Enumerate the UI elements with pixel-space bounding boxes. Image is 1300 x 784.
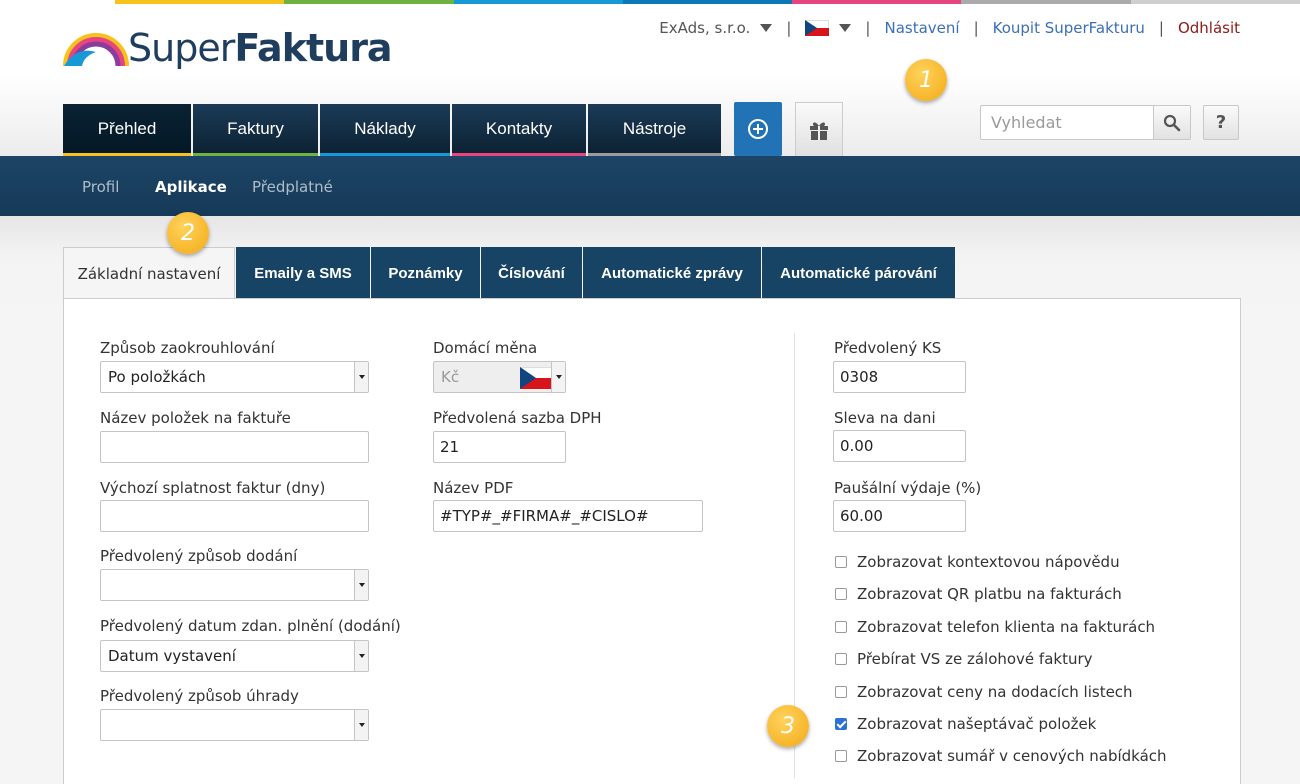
checkbox-prices-delivery[interactable]: Zobrazovat ceny na dodacích listech (835, 683, 1133, 701)
tab-poznamky[interactable]: Poznámky (371, 247, 480, 299)
tax-date-select[interactable]: Datum vystavení (100, 640, 369, 672)
checkbox-label: Přebírat VS ze zálohové faktury (857, 650, 1093, 668)
separator: | (973, 19, 979, 37)
superfaktura-logo[interactable]: SuperFaktura (62, 26, 393, 70)
czech-flag-icon (520, 367, 552, 389)
add-button[interactable] (734, 102, 782, 156)
logout-link[interactable]: Odhlásit (1178, 19, 1240, 37)
tab-zakladni-nastaveni[interactable]: Základní nastavení (63, 247, 235, 300)
tax-date-value: Datum vystavení (108, 647, 236, 665)
checkbox-item-suggest[interactable]: Zobrazovat našeptávač položek (835, 715, 1096, 733)
chevron-down-icon (354, 362, 368, 392)
help-button[interactable]: ? (1203, 105, 1239, 140)
gift-button[interactable] (795, 102, 843, 156)
maintab-faktury[interactable]: Faktury (193, 104, 318, 156)
vat-input[interactable]: 21 (433, 431, 566, 463)
currency-value: Kč (441, 368, 460, 386)
checkbox-context-help[interactable]: Zobrazovat kontextovou nápovědu (835, 553, 1120, 571)
rounding-label: Způsob zaokrouhlování (100, 339, 275, 357)
czech-flag-icon[interactable] (805, 20, 830, 36)
checkbox[interactable] (835, 686, 847, 698)
tab-automaticke-parovani[interactable]: Automatické párování (762, 247, 955, 299)
subnav-profil[interactable]: Profil (82, 178, 119, 196)
top-navigation: ExAds, s.r.o. | | Nastavení | Koupit Sup… (659, 19, 1240, 37)
flat-expense-input[interactable]: 60.00 (833, 500, 966, 532)
delivery-label: Předvolený způsob dodání (100, 547, 298, 565)
checkbox[interactable] (835, 621, 847, 633)
pdf-name-input[interactable]: #TYP#_#FIRMA#_#CISLO# (433, 500, 703, 532)
flat-expense-label: Paušální výdaje (%) (834, 479, 982, 497)
settings-tabs: Základní nastavení Emaily a SMS Poznámky… (63, 247, 956, 300)
search-button[interactable] (1153, 106, 1190, 139)
checkbox[interactable] (835, 750, 847, 762)
tax-date-label: Předvolený datum zdan. plnění (dodání) (100, 617, 401, 635)
checkbox-checked[interactable] (835, 718, 847, 730)
maintab-kontakty[interactable]: Kontakty (452, 104, 586, 156)
main-navigation: Přehled Faktury Náklady Kontakty Nástroj… (63, 104, 723, 156)
checkbox-vs-from-proforma[interactable]: Přebírat VS ze zálohové faktury (835, 650, 1093, 668)
checkbox-client-phone[interactable]: Zobrazovat telefon klienta na fakturách (835, 618, 1155, 636)
payment-label: Předvolený způsob úhrady (100, 687, 299, 705)
language-dropdown-icon[interactable] (839, 24, 852, 32)
ks-input[interactable]: 0308 (833, 361, 966, 393)
due-days-label: Výchozí splatnost faktur (dny) (100, 479, 326, 497)
checkbox-label: Zobrazovat našeptávač položek (857, 715, 1097, 733)
separator: | (865, 19, 871, 37)
pdf-name-label: Název PDF (433, 479, 514, 497)
vat-label: Předvolená sazba DPH (433, 409, 602, 427)
maintab-nastroje[interactable]: Nástroje (588, 104, 721, 156)
payment-select[interactable] (100, 709, 369, 741)
maintab-prehled[interactable]: Přehled (63, 104, 191, 156)
subnav-predplatne[interactable]: Předplatné (252, 178, 333, 196)
checkbox-label: Zobrazovat kontextovou nápovědu (857, 553, 1120, 571)
step-badge-2: 2 (167, 212, 209, 254)
step-badge-1: 1 (905, 59, 947, 101)
tab-automaticke-zpravy[interactable]: Automatické zprávy (583, 247, 761, 299)
subnav-aplikace[interactable]: Aplikace (155, 178, 227, 196)
maintab-naklady[interactable]: Náklady (320, 104, 450, 156)
checkbox-summary-quotes[interactable]: Zobrazovat sumář v cenových nabídkách (835, 747, 1167, 765)
logo-arcs-icon (63, 33, 129, 67)
company-switcher[interactable]: ExAds, s.r.o. (659, 19, 750, 37)
company-dropdown-icon[interactable] (760, 24, 773, 32)
checkbox-qr-payment[interactable]: Zobrazovat QR platbu na fakturách (835, 585, 1122, 603)
tax-discount-input[interactable]: 0.00 (833, 430, 966, 462)
checkbox-label: Zobrazovat ceny na dodacích listech (857, 683, 1133, 701)
tab-cislovani[interactable]: Číslování (481, 247, 582, 299)
checkbox-label: Zobrazovat telefon klienta na fakturách (857, 618, 1156, 636)
tax-discount-label: Sleva na dani (834, 409, 936, 427)
separator: | (786, 19, 792, 37)
rounding-value: Po položkách (108, 368, 206, 386)
chevron-down-icon (551, 362, 565, 392)
currency-label: Domácí měna (433, 339, 538, 357)
gift-icon (810, 122, 828, 140)
ks-label: Předvolený KS (834, 339, 942, 357)
tab-emaily-sms[interactable]: Emaily a SMS (236, 247, 370, 299)
item-name-input[interactable] (100, 431, 369, 463)
chevron-down-icon (354, 710, 368, 740)
plus-circle-icon (748, 119, 768, 139)
checkbox-label: Zobrazovat QR platbu na fakturách (857, 585, 1122, 603)
logo-text: SuperFaktura (128, 26, 393, 70)
chevron-down-icon (354, 641, 368, 671)
separator: | (1158, 19, 1164, 37)
due-days-input[interactable] (100, 500, 369, 532)
checkbox-label: Zobrazovat sumář v cenových nabídkách (857, 747, 1167, 765)
search-input[interactable] (981, 106, 1153, 139)
step-badge-3: 3 (767, 705, 809, 747)
currency-select[interactable]: Kč (433, 361, 566, 393)
buy-link[interactable]: Koupit SuperFakturu (993, 19, 1145, 37)
rounding-select[interactable]: Po položkách (100, 361, 369, 393)
delivery-select[interactable] (100, 569, 369, 601)
checkbox[interactable] (835, 653, 847, 665)
item-name-label: Název položek na faktuře (100, 409, 291, 427)
search-icon (1163, 114, 1181, 131)
checkbox[interactable] (835, 556, 847, 568)
checkbox[interactable] (835, 588, 847, 600)
search-box (980, 105, 1191, 140)
sub-navigation: Profil Aplikace Předplatné (0, 156, 1300, 216)
settings-link[interactable]: Nastavení (884, 19, 959, 37)
chevron-down-icon (354, 570, 368, 600)
